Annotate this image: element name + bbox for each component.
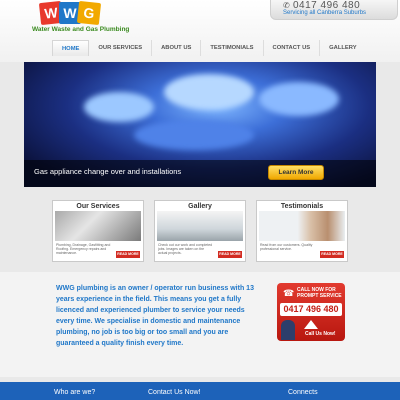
nav-gallery[interactable]: GALLERY <box>320 40 365 56</box>
logo-tagline: Water Waste and Gas Plumbing <box>32 26 130 33</box>
phone-icon: ✆ <box>283 1 290 10</box>
card-testimonials[interactable]: Testimonials Read from our customers. Qu… <box>256 200 348 262</box>
hero-flame-shape <box>164 74 254 110</box>
card-image <box>55 211 141 241</box>
logo-letter-g: G <box>76 0 102 26</box>
hero-flame-shape <box>84 92 154 122</box>
read-more-button[interactable]: READ MORE <box>218 251 242 258</box>
nav-about-us[interactable]: ABOUT US <box>152 40 202 56</box>
read-more-button[interactable]: READ MORE <box>320 251 344 258</box>
header-phone-subtitle: Servicing all Canberra Suburbs <box>283 10 367 16</box>
call-box-number[interactable]: 0417 496 480 <box>280 303 342 316</box>
footer-contact-us[interactable]: Contact Us Now! <box>148 389 201 396</box>
call-us-now-link[interactable]: Call Us Now! <box>305 331 336 337</box>
card-gallery[interactable]: Gallery Check out our work and completed… <box>154 200 246 262</box>
site-header: W W G Water Waste and Gas Plumbing ✆ 041… <box>0 0 400 62</box>
nav-contact-us[interactable]: CONTACT US <box>264 40 321 56</box>
phone-icon: ☎ <box>283 288 295 298</box>
footer-who-are-we[interactable]: Who are we? <box>54 389 95 396</box>
arrow-up-icon <box>304 320 318 329</box>
logo[interactable]: W W G Water Waste and Gas Plumbing <box>32 0 129 34</box>
card-text: Check out our work and completed jobs. I… <box>158 243 213 255</box>
card-image <box>157 211 243 241</box>
nav-testimonials[interactable]: TESTIMONIALS <box>201 40 264 56</box>
site-footer: Who are we? Contact Us Now! Connects <box>0 382 400 400</box>
nav-our-services[interactable]: OUR SERVICES <box>89 40 153 56</box>
footer-connects[interactable]: Connects <box>288 389 318 396</box>
card-image <box>259 211 345 241</box>
plumber-figure <box>281 320 295 340</box>
nav-home[interactable]: HOME <box>52 40 90 56</box>
call-now-box[interactable]: ☎ CALL NOW FOR PROMPT SERVICE 0417 496 4… <box>277 283 345 341</box>
card-title: Testimonials <box>280 203 324 210</box>
hero-caption-bar: Gas appliance change over and installati… <box>24 160 376 187</box>
hero-caption-text: Gas appliance change over and installati… <box>34 167 182 176</box>
card-text: Plumbing, Drainage, Gasfitting and Roofi… <box>56 243 111 255</box>
main-nav: HOME OUR SERVICES ABOUT US TESTIMONIALS … <box>52 40 357 56</box>
card-title: Gallery <box>188 203 212 210</box>
read-more-button[interactable]: READ MORE <box>116 251 140 258</box>
card-text: Read from our customers. Quality profess… <box>260 243 313 251</box>
hero-flame-shape <box>259 82 339 116</box>
hero-flame-shape <box>134 120 254 150</box>
card-title: Our Services <box>76 203 120 210</box>
intro-text: WWG plumbing is an owner / operator run … <box>56 285 254 347</box>
call-box-title: CALL NOW FOR PROMPT SERVICE <box>297 287 342 299</box>
hero-banner: Gas appliance change over and installati… <box>24 62 376 187</box>
card-our-services[interactable]: Our Services Plumbing, Drainage, Gasfitt… <box>52 200 144 262</box>
feature-cards: Our Services Plumbing, Drainage, Gasfitt… <box>52 200 348 262</box>
learn-more-button[interactable]: Learn More <box>268 165 324 180</box>
